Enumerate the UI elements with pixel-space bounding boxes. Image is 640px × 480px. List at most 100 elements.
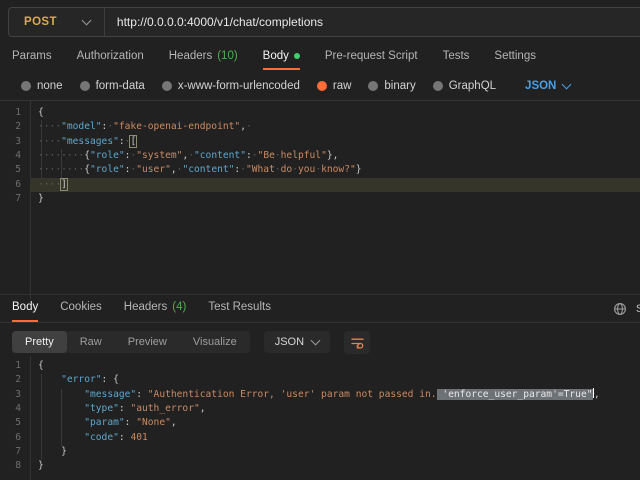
code-line-5[interactable]: 5 "param": "None", — [0, 416, 640, 430]
request-language-label: JSON — [525, 80, 556, 92]
line-number: 4 — [0, 402, 30, 416]
line-number: 1 — [0, 106, 30, 120]
line-number: 2 — [0, 120, 30, 134]
tab-headers[interactable]: Headers (10) — [169, 45, 238, 70]
request-url-bar: POST http://0.0.0.0:4000/v1/chat/complet… — [8, 7, 640, 37]
body-type-radio-graphql[interactable]: GraphQL — [433, 80, 496, 92]
tab-label: Body — [263, 50, 289, 62]
tab-headers[interactable]: Headers (4) — [124, 295, 187, 322]
tab-label: Authorization — [77, 50, 144, 62]
wrap-text-button[interactable] — [344, 331, 370, 354]
response-meta: S — [613, 294, 640, 323]
tab-body[interactable]: Body — [263, 45, 300, 70]
body-type-radio-binary[interactable]: binary — [368, 80, 415, 92]
method-selector[interactable]: POST — [9, 16, 57, 28]
line-number: 6 — [0, 178, 30, 192]
radio-label: form-data — [96, 80, 145, 92]
whitespace-dots: · — [246, 121, 252, 132]
line-number: 5 — [0, 416, 30, 430]
code-line-4[interactable]: 4········{"role":·"system",·"content":·"… — [0, 149, 640, 163]
tab-label: Params — [12, 50, 52, 62]
tab-label: Tests — [443, 50, 470, 62]
request-body-editor[interactable]: 1{2····"model":·"fake-openai-endpoint",·… — [0, 101, 640, 299]
body-type-radio-raw[interactable]: raw — [317, 80, 352, 92]
code-line-7[interactable]: 7} — [0, 192, 640, 206]
body-type-radio-none[interactable]: none — [21, 80, 63, 92]
radio-dot-icon — [433, 81, 443, 91]
code-line-1[interactable]: 1{ — [0, 106, 640, 120]
tab-label: Test Results — [208, 301, 271, 313]
radio-label: raw — [333, 80, 352, 92]
tab-label: Cookies — [60, 301, 102, 313]
line-number: 2 — [0, 373, 30, 387]
code-line-5[interactable]: 5········{"role":·"user",·"content":·"Wh… — [0, 163, 640, 177]
line-number: 1 — [0, 359, 30, 373]
tab-body[interactable]: Body — [12, 295, 38, 322]
radio-dot-icon — [317, 81, 327, 91]
chevron-down-icon — [562, 80, 572, 90]
request-language-dropdown[interactable]: JSON — [525, 80, 570, 92]
tab-count-badge: (10) — [217, 50, 237, 62]
tab-tests[interactable]: Tests — [443, 45, 470, 70]
line-number: 7 — [0, 445, 30, 459]
request-tabs: Params Authorization Headers (10) Body Pre-re… — [0, 45, 640, 70]
code-line-4[interactable]: 4 "type": "auth_error", — [0, 402, 640, 416]
tab-label: Headers — [124, 301, 167, 313]
code-line-2[interactable]: 2 "error": { — [0, 373, 640, 387]
line-number: 3 — [0, 135, 30, 149]
code-line-6[interactable]: 6 "code": 401 — [0, 431, 640, 445]
globe-icon[interactable] — [613, 302, 627, 316]
view-button-visualize[interactable]: Visualize — [180, 331, 250, 353]
chevron-down-icon — [311, 336, 321, 346]
response-language-dropdown[interactable]: JSON — [264, 331, 330, 353]
tab-label: Pre-request Script — [325, 50, 418, 62]
radio-label: x-www-form-urlencoded — [178, 80, 300, 92]
response-toolbar: PrettyRawPreviewVisualize JSON — [12, 330, 640, 354]
response-language-label: JSON — [275, 336, 304, 348]
whitespace-dots: ········ — [38, 150, 84, 161]
code-line-1[interactable]: 1{ — [0, 359, 640, 373]
line-number: 5 — [0, 163, 30, 177]
selected-text: 'enforce_user_param'=True" — [437, 389, 593, 400]
response-tabs: Body Cookies Headers (4) Test Results — [0, 294, 640, 323]
radio-label: binary — [384, 80, 415, 92]
view-button-raw[interactable]: Raw — [67, 331, 115, 353]
line-number: 3 — [0, 388, 30, 402]
radio-label: GraphQL — [449, 80, 496, 92]
tab-count-badge: (4) — [172, 301, 186, 313]
tab-params[interactable]: Params — [12, 45, 52, 70]
body-type-radio-x-www-form-urlencoded[interactable]: x-www-form-urlencoded — [162, 80, 300, 92]
body-type-bar: none form-data x-www-form-urlencoded raw bin… — [0, 74, 640, 98]
line-number: 4 — [0, 149, 30, 163]
line-number: 6 — [0, 431, 30, 445]
code-line-3[interactable]: 3 "message": "Authentication Error, 'use… — [0, 388, 640, 402]
line-number: 7 — [0, 192, 30, 206]
tab-cookies[interactable]: Cookies — [60, 295, 102, 322]
body-type-radio-form-data[interactable]: form-data — [80, 80, 145, 92]
code-line-3[interactable]: 3····"messages":·[ — [0, 135, 640, 149]
view-button-pretty[interactable]: Pretty — [12, 331, 67, 353]
whitespace-dots: ········ — [38, 164, 84, 175]
url-input[interactable]: http://0.0.0.0:4000/v1/chat/completions — [105, 15, 323, 29]
code-line-7[interactable]: 7 } — [0, 445, 640, 459]
whitespace-dots: ···· — [38, 179, 61, 190]
view-button-preview[interactable]: Preview — [115, 331, 180, 353]
code-line-2[interactable]: 2····"model":·"fake-openai-endpoint",· — [0, 120, 640, 134]
response-body-editor[interactable]: 1{2 "error": {3 "message": "Authenticati… — [0, 356, 640, 480]
chevron-down-icon[interactable] — [81, 16, 91, 26]
status-text-clipped: S — [636, 303, 640, 315]
tab-authorization[interactable]: Authorization — [77, 45, 144, 70]
whitespace-dots: ···· — [38, 121, 61, 132]
tab-test-results[interactable]: Test Results — [208, 295, 271, 322]
tab-settings[interactable]: Settings — [494, 45, 536, 70]
radio-dot-icon — [21, 81, 31, 91]
matched-bracket: ] — [61, 179, 67, 190]
code-line-8[interactable]: 8} — [0, 459, 640, 473]
body-populated-dot-icon — [294, 53, 300, 59]
view-switcher: PrettyRawPreviewVisualize — [12, 331, 250, 353]
whitespace-dots: ···· — [38, 136, 61, 147]
tab-pre-request-script[interactable]: Pre-request Script — [325, 45, 418, 70]
radio-dot-icon — [162, 81, 172, 91]
code-line-6[interactable]: 6 ····] — [0, 178, 640, 192]
tab-label: Headers — [169, 50, 212, 62]
